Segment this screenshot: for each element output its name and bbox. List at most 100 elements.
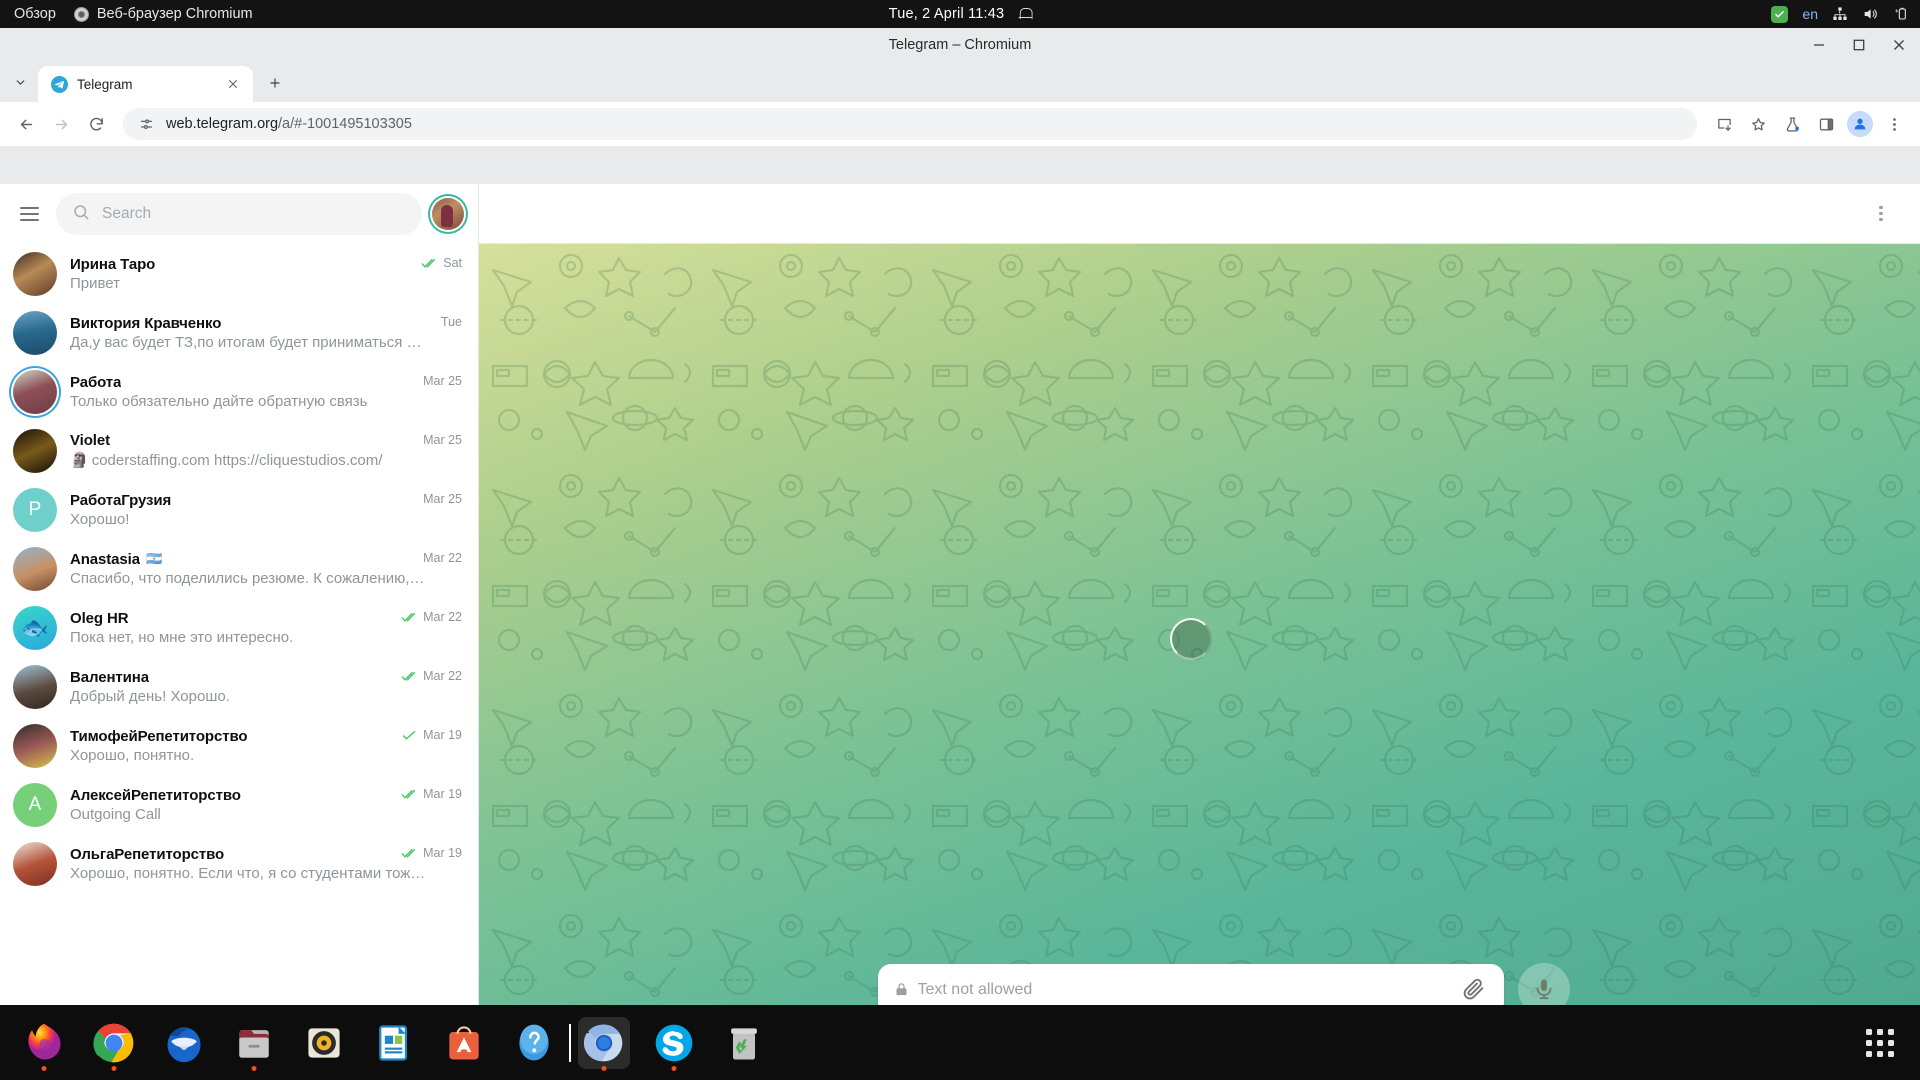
profile-avatar-icon[interactable]	[1844, 108, 1876, 140]
chat-list-panel: Search Ирина Таро Привет Sat Виктория Кравч…	[0, 184, 479, 1033]
chat-title: Violet	[70, 432, 110, 449]
message-placeholder: Text not allowed	[917, 980, 1033, 998]
chat-meta: Mar 25	[423, 374, 462, 388]
chat-item-body: Виктория Кравченко Да,у вас будет ТЗ,по и…	[70, 315, 464, 351]
chat-item-body: Работа Только обязательно дайте обратную …	[70, 374, 464, 410]
show-applications-icon[interactable]	[1866, 1028, 1894, 1057]
chat-preview-text: 🗿 coderstaffing.com https://cliquestudios…	[70, 452, 383, 469]
sidebar-topbar: Search	[0, 184, 478, 244]
chat-meta: Mar 19	[401, 787, 462, 801]
chat-item-body: Violet 🗿 coderstaffing.com https://cliques…	[70, 432, 464, 469]
lock-icon	[894, 982, 909, 998]
chat-list-item[interactable]: 🐟 Oleg HR Пока нет, но мне это интересно. M…	[0, 598, 478, 657]
side-panel-icon[interactable]	[1810, 108, 1842, 140]
search-input[interactable]: Search	[56, 193, 422, 235]
chat-list-item[interactable]: Ирина Таро Привет Sat	[0, 244, 478, 303]
chat-title: Oleg HR	[70, 609, 129, 627]
avatar: 🐟	[13, 605, 57, 650]
chat-preview-text: Да,у вас будет ТЗ,по итогам будет приним…	[70, 333, 422, 351]
taskbar-item-thunderbird[interactable]	[158, 1017, 210, 1069]
chat-title: ОльгаРепетиторство	[70, 845, 225, 863]
chat-meta: Mar 19	[401, 846, 462, 860]
install-icon[interactable]	[1708, 108, 1740, 140]
avatar: А	[13, 782, 57, 827]
chat-preview-text: Хорошо, понятно. Если что, я со студента…	[70, 864, 426, 882]
double-check-icon	[401, 789, 418, 800]
taskbar-item-trash[interactable]	[718, 1017, 770, 1069]
avatar	[13, 664, 57, 709]
taskbar-item-files[interactable]	[228, 1017, 280, 1071]
keyboard-language-indicator[interactable]: en	[1802, 6, 1818, 22]
chat-preview-text: Только обязательно дайте обратную связь	[70, 392, 368, 410]
taskbar-item-chrome[interactable]	[88, 1017, 140, 1071]
chrome-menu-icon[interactable]	[1878, 108, 1910, 140]
my-avatar[interactable]	[432, 198, 464, 230]
taskbar-item-firefox[interactable]	[18, 1017, 70, 1071]
maximize-button[interactable]	[1846, 32, 1872, 58]
chat-item-body: Anastasia 🇦🇷 Спасибо, что поделились резюм…	[70, 551, 464, 587]
close-button[interactable]	[1886, 32, 1912, 58]
loading-spinner	[1169, 617, 1212, 660]
back-icon[interactable]	[10, 108, 42, 140]
experiments-flask-icon[interactable]	[1776, 108, 1808, 140]
minimize-button[interactable]	[1806, 32, 1832, 58]
reload-icon[interactable]	[80, 108, 112, 140]
taskbar-item-chromium[interactable]	[569, 1016, 630, 1071]
chat-list-item[interactable]: Anastasia 🇦🇷 Спасибо, что поделились резюм…	[0, 539, 478, 598]
forward-icon[interactable]	[45, 108, 77, 140]
chat-list-item[interactable]: Валентина Добрый день! Хорошо. Mar 22	[0, 657, 478, 716]
active-app-indicator[interactable]: Веб-браузер Chromium	[73, 6, 253, 22]
taskbar-item-rhythmbox[interactable]	[298, 1017, 350, 1069]
chat-list-item[interactable]: А АлексейРепетиторство Outgoing Call Mar 19	[0, 775, 478, 834]
system-tray[interactable]: en	[1771, 5, 1908, 23]
bookmark-star-icon[interactable]	[1742, 108, 1774, 140]
chat-preview-text: Привет	[70, 274, 121, 292]
chat-list[interactable]: Ирина Таро Привет Sat Виктория Кравченко Да,…	[0, 244, 478, 1033]
paperclip-icon[interactable]	[1462, 977, 1488, 1003]
chat-list-item[interactable]: ОльгаРепетиторство Хорошо, понятно. Если …	[0, 834, 478, 893]
chat-meta: Tue	[441, 315, 462, 329]
chat-title: АлексейРепетиторство	[70, 786, 241, 804]
chat-preview-text: Outgoing Call	[70, 805, 161, 823]
chat-timestamp: Mar 22	[423, 551, 462, 565]
chat-title: Ирина Таро	[70, 255, 156, 273]
address-bar[interactable]: web.telegram.org/a/#-1001495103305	[123, 108, 1697, 140]
hamburger-menu-icon[interactable]	[12, 197, 46, 231]
tab-close-icon[interactable]	[223, 74, 243, 94]
site-settings-icon[interactable]	[137, 115, 155, 133]
chat-list-item[interactable]: Работа Только обязательно дайте обратную …	[0, 362, 478, 421]
browser-tab-telegram[interactable]: Telegram	[38, 66, 253, 102]
double-check-icon	[401, 612, 418, 623]
bell-icon	[1018, 7, 1033, 22]
taskbar-item-libreoffice[interactable]	[368, 1017, 420, 1069]
chat-menu-icon[interactable]	[1864, 197, 1898, 231]
taskbar-item-skype[interactable]	[648, 1017, 700, 1071]
taskbar-item-ubuntu-software[interactable]	[438, 1017, 490, 1069]
files-icon	[232, 1021, 276, 1065]
chat-list-item[interactable]: Р РаботаГрузия Хорошо! Mar 25	[0, 480, 478, 539]
avatar	[13, 546, 57, 591]
new-tab-button[interactable]	[261, 69, 289, 97]
clock-label: Tue, 2 April 11:43	[888, 6, 1005, 22]
avatar	[13, 841, 57, 886]
conversation-header	[479, 184, 1920, 244]
chat-list-item[interactable]: Violet 🗿 coderstaffing.com https://cliques…	[0, 421, 478, 480]
tab-strip: Telegram	[0, 62, 1920, 102]
chat-meta: Sat	[421, 256, 462, 270]
url-path: /a/#-1001495103305	[278, 116, 412, 132]
chat-title: Работа	[70, 373, 122, 391]
chat-item-body: Ирина Таро Привет	[70, 256, 464, 292]
activities-button[interactable]: Обзор	[14, 6, 56, 22]
running-indicator	[111, 1065, 117, 1071]
browser-toolbar: web.telegram.org/a/#-1001495103305	[0, 102, 1920, 146]
trash-icon	[722, 1021, 766, 1065]
chat-title: ТимофейРепетиторство	[70, 727, 248, 745]
chat-list-item[interactable]: Виктория Кравченко Да,у вас будет ТЗ,по и…	[0, 303, 478, 362]
tab-search-icon[interactable]	[6, 68, 34, 96]
chat-meta: Mar 25	[423, 433, 462, 447]
taskbar-item-help[interactable]	[508, 1017, 560, 1069]
chat-list-item[interactable]: ТимофейРепетиторство Хорошо, понятно. Mar …	[0, 716, 478, 775]
chat-meta: Mar 22	[423, 551, 462, 565]
skype-icon	[652, 1021, 696, 1065]
clock-area[interactable]: Tue, 2 April 11:43	[888, 6, 1033, 22]
